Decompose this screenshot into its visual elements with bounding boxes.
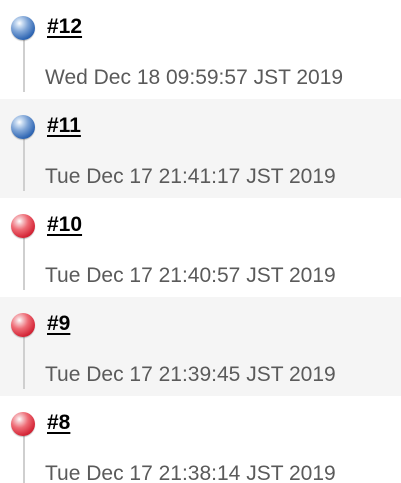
build-history-list: #12 Wed Dec 18 09:59:57 JST 2019 #11 Tue… bbox=[0, 0, 401, 483]
red-ball-icon bbox=[11, 412, 35, 436]
build-row: #8 Tue Dec 17 21:38:14 JST 2019 bbox=[0, 396, 401, 483]
build-number-link[interactable]: #12 bbox=[47, 15, 82, 39]
build-number-link[interactable]: #10 bbox=[47, 213, 82, 237]
build-timestamp: Tue Dec 17 21:38:14 JST 2019 bbox=[45, 462, 336, 483]
timeline-stem bbox=[23, 131, 25, 191]
build-timestamp: Wed Dec 18 09:59:57 JST 2019 bbox=[45, 66, 344, 89]
timeline-stem bbox=[23, 230, 25, 290]
timeline-stem bbox=[23, 329, 25, 389]
red-ball-icon bbox=[11, 313, 35, 337]
build-row: #10 Tue Dec 17 21:40:57 JST 2019 bbox=[0, 198, 401, 297]
timeline-stem bbox=[23, 32, 25, 92]
build-timestamp: Tue Dec 17 21:40:57 JST 2019 bbox=[45, 264, 336, 287]
build-row: #9 Tue Dec 17 21:39:45 JST 2019 bbox=[0, 297, 401, 396]
build-timestamp: Tue Dec 17 21:39:45 JST 2019 bbox=[45, 363, 336, 386]
build-number-link[interactable]: #9 bbox=[47, 312, 70, 336]
blue-ball-icon bbox=[11, 115, 35, 139]
build-row: #11 Tue Dec 17 21:41:17 JST 2019 bbox=[0, 99, 401, 198]
build-row: #12 Wed Dec 18 09:59:57 JST 2019 bbox=[0, 0, 401, 99]
red-ball-icon bbox=[11, 214, 35, 238]
build-number-link[interactable]: #11 bbox=[47, 114, 81, 138]
blue-ball-icon bbox=[11, 16, 35, 40]
timeline-stem bbox=[23, 428, 25, 483]
build-number-link[interactable]: #8 bbox=[47, 411, 70, 435]
build-timestamp: Tue Dec 17 21:41:17 JST 2019 bbox=[45, 165, 336, 188]
